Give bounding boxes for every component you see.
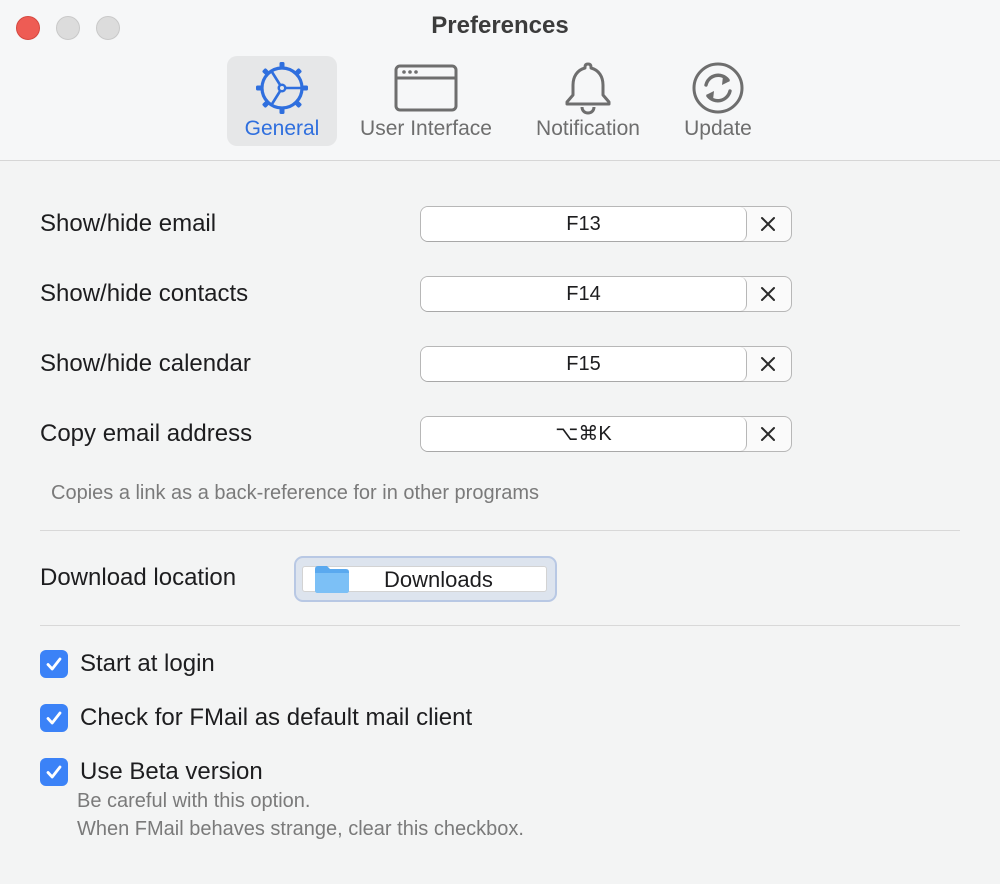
shortcut-label-calendar: Show/hide calendar <box>40 350 251 377</box>
beta-version-label[interactable]: Use Beta version <box>80 758 263 786</box>
preferences-window: Preferences General User Interface Notif… <box>0 0 1000 884</box>
tab-user-interface[interactable]: User Interface <box>349 56 503 146</box>
tab-general-label: General <box>244 117 320 140</box>
window-title: Preferences <box>431 12 569 39</box>
close-icon <box>761 217 775 231</box>
shortcut-key-calendar[interactable]: F15 <box>421 347 747 381</box>
start-at-login-row[interactable]: Start at login <box>40 650 215 678</box>
default-mail-client-label[interactable]: Check for FMail as default mail client <box>80 704 472 732</box>
start-at-login-label[interactable]: Start at login <box>80 650 215 678</box>
shortcut-recorder-calendar[interactable]: F15 <box>420 346 792 382</box>
shortcut-recorder-contacts[interactable]: F14 <box>420 276 792 312</box>
tab-general[interactable]: General <box>227 56 337 146</box>
beta-hint-line-2: When FMail behaves strange, clear this c… <box>77 818 524 840</box>
beta-hint-line-1: Be careful with this option. <box>77 790 311 812</box>
shortcut-key-email[interactable]: F13 <box>421 207 747 241</box>
shortcut-recorder-copy-email[interactable]: ⌥⌘K <box>420 416 792 452</box>
download-location-label: Download location <box>40 564 237 591</box>
default-mail-client-checkbox[interactable] <box>40 704 68 732</box>
shortcut-label-copy-email: Copy email address <box>40 420 253 447</box>
close-icon <box>761 427 775 441</box>
window-icon <box>394 60 458 116</box>
tab-notification-label: Notification <box>536 117 640 140</box>
bell-icon <box>562 60 614 116</box>
clear-shortcut-calendar-button[interactable] <box>745 347 791 381</box>
shortcut-key-copy-email[interactable]: ⌥⌘K <box>421 417 747 451</box>
close-icon <box>761 287 775 301</box>
checkmark-icon <box>46 711 62 725</box>
checkmark-icon <box>46 765 62 779</box>
default-mail-client-row[interactable]: Check for FMail as default mail client <box>40 704 472 732</box>
clear-shortcut-contacts-button[interactable] <box>745 277 791 311</box>
tab-update[interactable]: Update <box>672 56 764 146</box>
start-at-login-checkbox[interactable] <box>40 650 68 678</box>
beta-version-row[interactable]: Use Beta version <box>40 758 263 786</box>
tab-update-label: Update <box>684 117 752 140</box>
close-icon <box>761 357 775 371</box>
shortcut-key-contacts[interactable]: F14 <box>421 277 747 311</box>
clear-shortcut-email-button[interactable] <box>745 207 791 241</box>
shortcut-hint: Copies a link as a back-reference for in… <box>51 482 540 504</box>
beta-version-checkbox[interactable] <box>40 758 68 786</box>
tab-user-interface-label: User Interface <box>360 117 492 140</box>
checkmark-icon <box>46 657 62 671</box>
clear-shortcut-copy-email-button[interactable] <box>745 417 791 451</box>
gear-icon <box>254 60 310 116</box>
tab-notification[interactable]: Notification <box>522 56 654 146</box>
divider <box>40 625 960 626</box>
refresh-icon <box>690 60 746 116</box>
toolbar: Preferences General User Interface Notif… <box>0 0 1000 161</box>
shortcut-label-email: Show/hide email <box>40 210 217 237</box>
divider <box>40 530 960 531</box>
download-location-button[interactable]: Downloads <box>294 556 557 602</box>
shortcut-recorder-email[interactable]: F13 <box>420 206 792 242</box>
shortcut-label-contacts: Show/hide contacts <box>40 280 249 307</box>
folder-icon <box>314 564 350 599</box>
download-folder-name: Downloads <box>384 567 493 592</box>
